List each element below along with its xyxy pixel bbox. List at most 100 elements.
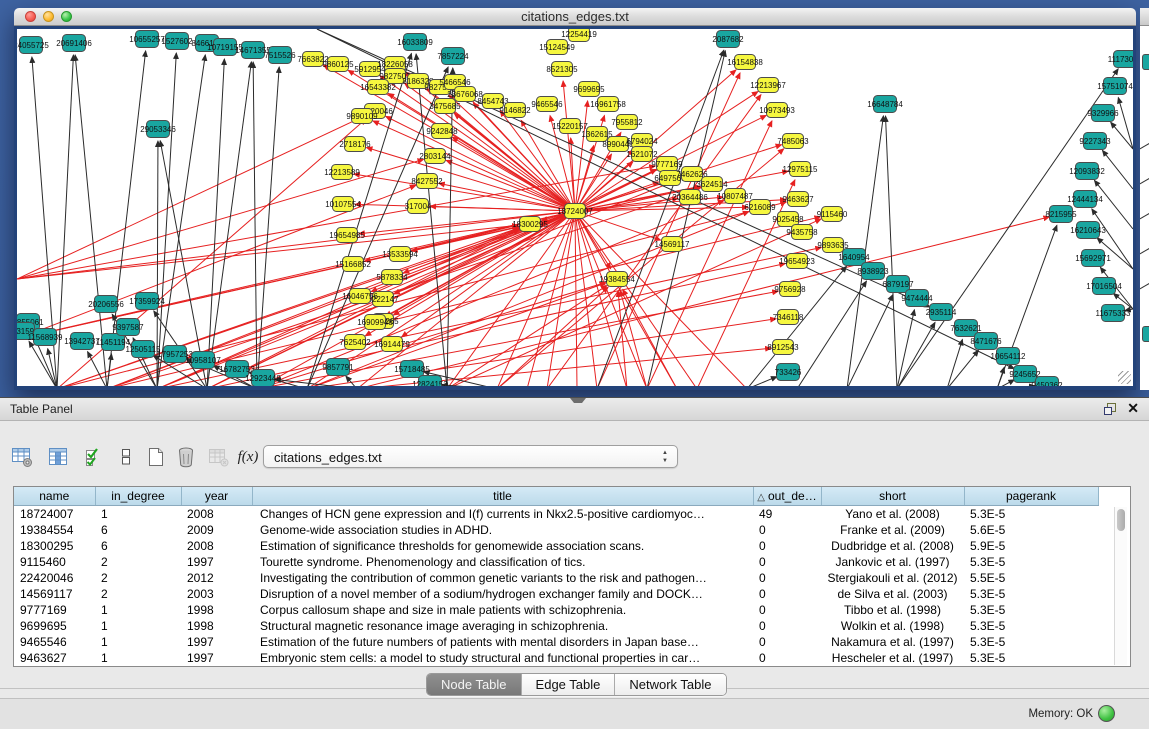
graph-edge[interactable] [357, 217, 1049, 386]
table-cell[interactable]: Investigating the contribution of common… [252, 570, 753, 586]
table-cell[interactable]: 2012 [181, 570, 252, 586]
graph-node[interactable]: 733426 [775, 364, 802, 381]
show-columns-icon[interactable] [44, 443, 72, 471]
graph-node[interactable]: 9699695 [573, 82, 605, 97]
graph-node[interactable]: 9450362 [1031, 377, 1063, 387]
graph-edge[interactable] [997, 367, 1004, 386]
table-cell[interactable]: 5.3E-5 [964, 506, 1098, 523]
graph-edge[interactable] [317, 29, 930, 307]
graph-node[interactable]: 10973493 [759, 103, 795, 118]
table-cell[interactable]: 0 [753, 634, 821, 650]
table-cell[interactable]: Dudbridge et al. (2008) [821, 538, 964, 554]
graph-edge[interactable] [575, 219, 577, 386]
table-cell[interactable]: 9777169 [14, 602, 95, 618]
graph-node[interactable]: 11675333 [1096, 305, 1132, 322]
graph-node[interactable]: 16154838 [727, 55, 763, 70]
graph-node[interactable]: 8912543 [767, 340, 799, 355]
table-cell[interactable]: 6 [95, 522, 181, 538]
row-height-icon[interactable] [112, 443, 140, 471]
graph-edge[interactable] [157, 55, 205, 386]
table-cell[interactable]: 2003 [181, 586, 252, 602]
table-cell[interactable]: 2 [95, 586, 181, 602]
table-cell[interactable]: 2008 [181, 506, 252, 523]
float-window-icon[interactable] [1103, 402, 1117, 416]
table-row[interactable]: 1830029562008Estimation of significance … [14, 538, 1098, 554]
table-cell[interactable]: 1998 [181, 602, 252, 618]
graph-node[interactable]: 12975115 [783, 162, 819, 177]
table-cell[interactable]: 2 [95, 570, 181, 586]
graph-edge[interactable] [563, 81, 574, 203]
graph-node[interactable]: 15124549 [539, 40, 575, 55]
graph-node[interactable]: 1527602 [161, 33, 193, 50]
table-cell[interactable]: Nakamura et al. (1997) [821, 634, 964, 650]
table-cell[interactable]: 5.3E-5 [964, 554, 1098, 570]
table-cell[interactable]: 0 [753, 522, 821, 538]
graph-edge[interactable] [647, 51, 725, 386]
table-cell[interactable]: Tourette syndrome. Phenomenology and cla… [252, 554, 753, 570]
graph-node[interactable]: 9329966 [1087, 105, 1119, 122]
graph-node[interactable]: 10655257 [129, 31, 165, 48]
table-cell[interactable]: 0 [753, 538, 821, 554]
table-cell[interactable]: 14569117 [14, 586, 95, 602]
table-cell[interactable]: 5.3E-5 [964, 634, 1098, 650]
graph-edge[interactable] [157, 53, 176, 386]
graph-edge[interactable] [1102, 150, 1133, 189]
column-header-name[interactable]: name [14, 487, 95, 506]
graph-node[interactable]: 17016504 [1086, 278, 1122, 295]
table-cell[interactable]: 2009 [181, 522, 252, 538]
resize-grip[interactable] [1118, 371, 1131, 384]
graph-node[interactable]: 2803144 [419, 149, 451, 164]
graph-node[interactable]: 12444134 [1067, 191, 1103, 208]
column-header-pagerank[interactable]: pagerank [964, 487, 1098, 506]
table-cell[interactable]: Structural magnetic resonance image aver… [252, 618, 753, 634]
table-selector-dropdown[interactable]: citations_edges.txt ▲▼ [263, 445, 678, 468]
table-cell[interactable]: Changes of HCN gene expression and I(f) … [252, 506, 753, 523]
graph-edge[interactable] [439, 183, 567, 209]
table-row[interactable]: 946554611997Estimation of the future num… [14, 634, 1098, 650]
graph-node[interactable]: 16033809 [397, 34, 433, 51]
table-cell[interactable]: Tibbo et al. (1998) [821, 602, 964, 618]
graph-edge[interactable] [947, 350, 978, 386]
delete-column-icon[interactable] [172, 443, 200, 471]
graph-node[interactable]: 13533594 [382, 247, 418, 262]
window-titlebar[interactable]: citations_edges.txt [14, 8, 1136, 26]
table-cell[interactable]: 5.3E-5 [964, 602, 1098, 618]
table-cell[interactable]: 9699695 [14, 618, 95, 634]
table-cell[interactable]: 18724007 [14, 506, 95, 523]
graph-node[interactable]: 12093832 [1069, 163, 1105, 180]
table-cell[interactable]: Jankovic et al. (1997) [821, 554, 964, 570]
table-cell[interactable]: 1 [95, 506, 181, 523]
table-row[interactable]: 1456911722003Disruption of a novel membe… [14, 586, 1098, 602]
graph-node[interactable]: 9465546 [531, 97, 563, 112]
table-row[interactable]: 911546021997Tourette syndrome. Phenomeno… [14, 554, 1098, 570]
graph-edge[interactable] [207, 62, 251, 386]
table-cell[interactable]: 1997 [181, 634, 252, 650]
table-row[interactable]: 1872400712008Changes of HCN gene express… [14, 506, 1098, 523]
table-cell[interactable]: 0 [753, 554, 821, 570]
select-columns-icon[interactable] [80, 443, 108, 471]
graph-edge[interactable] [1118, 98, 1133, 149]
table-cell[interactable]: 5.5E-5 [964, 570, 1098, 586]
table-cell[interactable]: 19384554 [14, 522, 95, 538]
graph-edge[interactable] [747, 377, 777, 386]
graph-node[interactable]: 7625402 [339, 335, 371, 350]
table-settings-icon[interactable] [8, 443, 36, 471]
table-cell[interactable]: Genome-wide association studies in ADHD. [252, 522, 753, 538]
graph-node[interactable]: 8471676 [970, 333, 1002, 350]
network-canvas[interactable]: 1872400718300295193845541456911724055725… [17, 29, 1133, 386]
panel-drag-handle[interactable] [570, 398, 586, 408]
graph-edge[interactable] [207, 264, 785, 386]
graph-node[interactable]: 317004 [405, 199, 432, 214]
table-cell[interactable]: 9465546 [14, 634, 95, 650]
table-row[interactable]: 969969511998Structural magnetic resonanc… [14, 618, 1098, 634]
tab-edge-table[interactable]: Edge Table [522, 674, 616, 695]
graph-node[interactable]: 16648784 [867, 96, 903, 113]
graph-node[interactable]: 16961758 [590, 97, 626, 112]
graph-node[interactable]: 9115460 [817, 207, 848, 222]
table-cell[interactable]: 9463627 [14, 650, 95, 666]
table-row[interactable]: 1938455462009Genome-wide association stu… [14, 522, 1098, 538]
graph-edge[interactable] [886, 116, 897, 386]
table-cell[interactable]: Disruption of a novel member of a sodium… [252, 586, 753, 602]
table-cell[interactable]: 1 [95, 602, 181, 618]
graph-node[interactable]: 8215955 [1045, 206, 1077, 223]
